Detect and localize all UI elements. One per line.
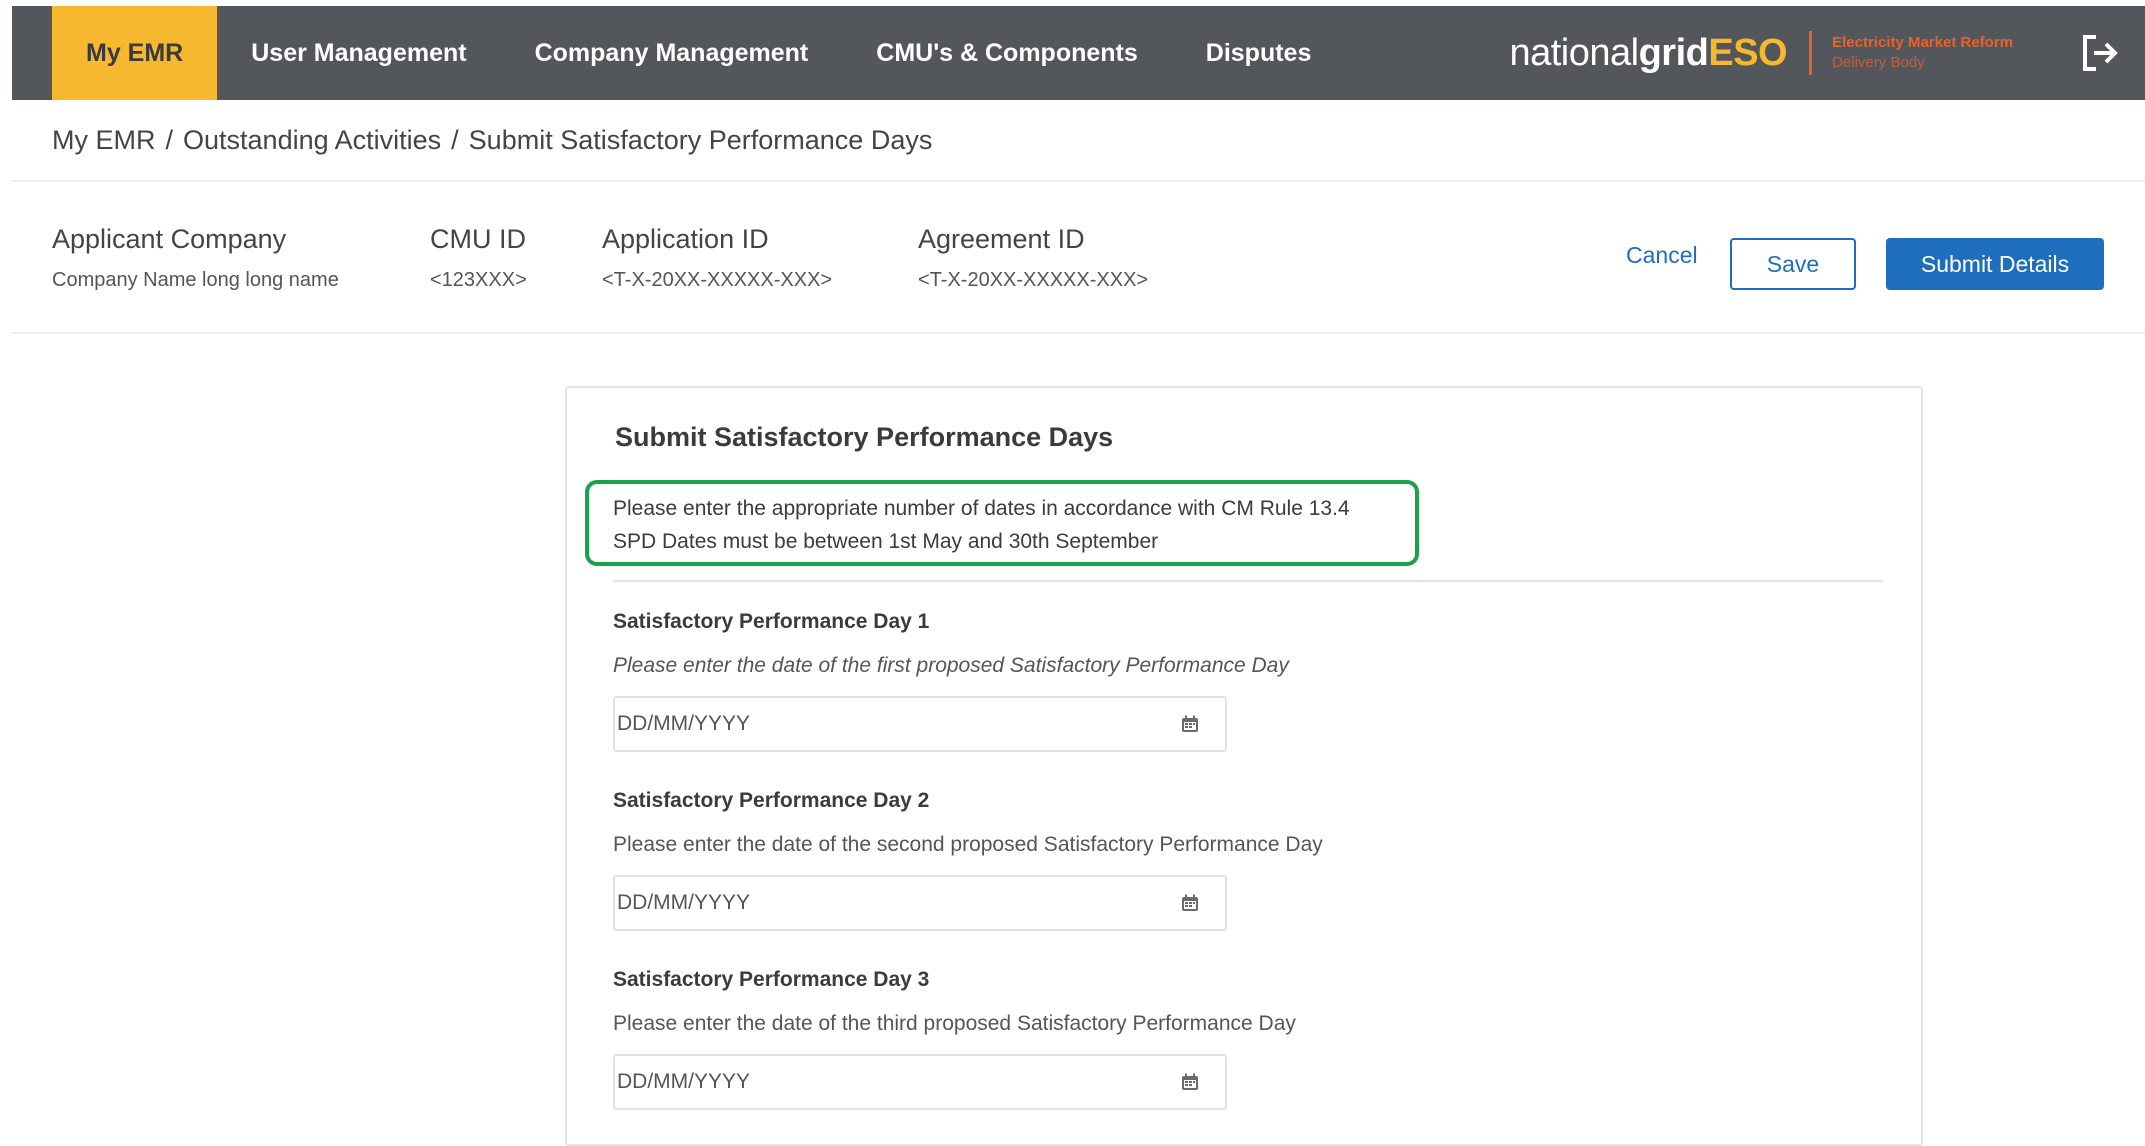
cmu-id-field: CMU ID <123XXX> [430,224,527,292]
spd-day-1-help: Please enter the date of the first propo… [613,654,1289,677]
date-placeholder: DD/MM/YYYY [617,1070,751,1093]
spd-day-3-date-input[interactable]: DD/MM/YYYY [613,1054,1227,1110]
spd-day-2-group: Satisfactory Performance Day 2 Please en… [613,789,1323,931]
brand-name: nationalgridESO [1509,32,1787,75]
save-button[interactable]: Save [1730,238,1856,290]
nav-item-user-management[interactable]: User Management [217,6,500,100]
agreement-id-field: Agreement ID <T-X-20XX-XXXXX-XXX> [918,224,1148,292]
application-id-label: Application ID [602,224,769,254]
notice-line-1: Please enter the appropriate number of d… [613,497,1350,520]
spd-day-1-group: Satisfactory Performance Day 1 Please en… [613,610,1289,752]
top-navigation-bar: My EMR User Management Company Managemen… [12,6,2145,100]
agreement-id-label: Agreement ID [918,224,1085,254]
nav-item-cmus-components[interactable]: CMU's & Components [842,6,1172,100]
logout-icon [2083,35,2118,71]
notice-line-2: SPD Dates must be between 1st May and 30… [613,530,1159,553]
calendar-icon[interactable] [1181,1073,1199,1091]
nav-item-my-emr[interactable]: My EMR [52,6,218,100]
application-summary: Applicant Company Company Name long long… [12,182,2145,334]
spd-day-2-date-input[interactable]: DD/MM/YYYY [613,875,1227,931]
brand-logo: nationalgridESO Electricity Market Refor… [1509,6,2033,100]
brand-eso: ESO [1708,31,1788,74]
calendar-icon[interactable] [1181,894,1199,912]
breadcrumb-current-page: Submit Satisfactory Performance Days [468,124,933,155]
spd-day-3-help: Please enter the date of the third propo… [613,1012,1296,1035]
breadcrumb-my-emr[interactable]: My EMR [52,125,156,156]
brand-subtitle-line2: Delivery Body [1832,54,1925,71]
breadcrumb: My EMR / Outstanding Activities / Submit… [12,100,2145,182]
brand-divider [1809,31,1813,75]
nav-item-company-management[interactable]: Company Management [501,6,843,100]
brand-national: national [1509,31,1639,74]
cmu-id-value: <123XXX> [430,269,527,291]
spd-day-2-label: Satisfactory Performance Day 2 [613,789,930,812]
application-id-field: Application ID <T-X-20XX-XXXXX-XXX> [602,224,832,292]
applicant-company-field: Applicant Company Company Name long long… [52,224,339,292]
form-title: Submit Satisfactory Performance Days [615,422,1114,452]
nav-item-disputes[interactable]: Disputes [1172,6,1346,100]
breadcrumb-separator: / [165,124,174,155]
breadcrumb-separator: / [451,124,459,155]
spd-day-1-date-input[interactable]: DD/MM/YYYY [613,696,1227,752]
applicant-company-value: Company Name long long name [52,269,339,291]
spd-day-1-label: Satisfactory Performance Day 1 [613,610,930,633]
spd-day-2-help: Please enter the date of the second prop… [613,833,1323,856]
rule-notice: Please enter the appropriate number of d… [585,480,1419,566]
application-id-value: <T-X-20XX-XXXXX-XXX> [602,269,833,291]
brand-subtitle-line1: Electricity Market Reform [1832,34,2013,51]
applicant-company-label: Applicant Company [52,224,287,254]
submit-details-button[interactable]: Submit Details [1886,238,2104,290]
divider [613,580,1883,582]
cancel-button[interactable]: Cancel [1618,236,1706,275]
calendar-icon[interactable] [1181,715,1199,733]
date-placeholder: DD/MM/YYYY [617,891,751,914]
date-placeholder: DD/MM/YYYY [617,712,751,735]
spd-day-3-group: Satisfactory Performance Day 3 Please en… [613,968,1296,1110]
spd-form-card: Submit Satisfactory Performance Days Ple… [565,386,1923,1146]
brand-subtitle: Electricity Market Reform Delivery Body [1832,33,2013,73]
cmu-id-label: CMU ID [430,224,526,254]
brand-grid: grid [1638,31,1709,74]
spd-day-3-label: Satisfactory Performance Day 3 [613,968,930,991]
agreement-id-value: <T-X-20XX-XXXXX-XXX> [918,269,1149,291]
breadcrumb-outstanding-activities[interactable]: Outstanding Activities [183,125,441,156]
logout-button[interactable] [2073,6,2127,100]
